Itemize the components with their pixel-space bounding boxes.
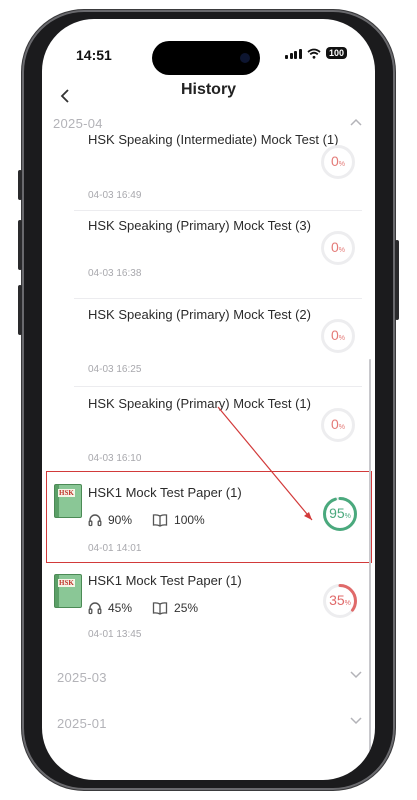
- list-item[interactable]: HSK Speaking (Primary) Mock Test (3) 04-…: [74, 211, 360, 299]
- phone-side-button: [18, 220, 22, 270]
- score-value: 0: [330, 239, 339, 255]
- phone-side-button: [395, 240, 399, 320]
- item-time: 04-01 13:45: [88, 629, 142, 640]
- score-ring: 35%: [322, 583, 358, 619]
- item-stats: 45% 25%: [88, 601, 218, 615]
- score-ring: 0%: [320, 230, 356, 266]
- scrollbar[interactable]: [368, 359, 371, 759]
- headphones-icon: [88, 602, 102, 615]
- phone-side-button: [18, 285, 22, 335]
- score-value: 0: [330, 416, 339, 432]
- camera-icon: [240, 53, 250, 63]
- item-time: 04-03 16:49: [88, 190, 142, 201]
- item-title: HSK Speaking (Primary) Mock Test (1): [88, 396, 311, 411]
- score-ring: 0%: [320, 407, 356, 443]
- score-value: 0: [330, 153, 339, 169]
- status-icons: 100: [285, 47, 347, 59]
- item-title: HSK1 Mock Test Paper (1): [88, 573, 242, 588]
- page-title: History: [180, 81, 237, 98]
- signal-icon: [285, 48, 302, 59]
- listening-score: 45%: [108, 601, 133, 615]
- list-item[interactable]: HSK1 Mock Test Paper (1) 45% 25% 04-01 1…: [74, 563, 360, 645]
- wifi-icon: [307, 48, 321, 59]
- chevron-up-icon[interactable]: [349, 117, 363, 127]
- month-header-2025-01[interactable]: 2025-01: [57, 716, 107, 731]
- item-title: HSK Speaking (Primary) Mock Test (3): [88, 218, 311, 233]
- highlight-box: [46, 471, 372, 563]
- list-item[interactable]: HSK Speaking (Intermediate) Mock Test (1…: [74, 129, 360, 211]
- item-title: HSK Speaking (Intermediate) Mock Test (1…: [88, 132, 339, 147]
- item-time: 04-03 16:38: [88, 268, 142, 279]
- reading-score: 25%: [174, 601, 199, 615]
- list-item[interactable]: HSK Speaking (Primary) Mock Test (2) 04-…: [74, 299, 360, 387]
- app-header: History: [42, 77, 375, 115]
- score-ring: 0%: [320, 144, 356, 180]
- list-item[interactable]: HSK Speaking (Primary) Mock Test (1) 04-…: [74, 387, 360, 473]
- status-time: 14:51: [76, 47, 112, 63]
- score-value: 35: [329, 592, 345, 608]
- chevron-down-icon[interactable]: [349, 670, 363, 680]
- score-value: 0: [330, 327, 339, 343]
- book-open-icon: [152, 602, 168, 615]
- dynamic-island: [152, 41, 260, 75]
- item-title: HSK Speaking (Primary) Mock Test (2): [88, 307, 311, 322]
- item-time: 04-03 16:25: [88, 364, 142, 375]
- phone-side-button: [18, 170, 22, 200]
- app-screen: 14:51 100 History 2025-04 HSK Speaking (…: [42, 19, 375, 780]
- battery-icon: 100: [325, 47, 347, 59]
- month-header-2025-03[interactable]: 2025-03: [57, 670, 107, 685]
- score-ring: 0%: [320, 318, 356, 354]
- item-time: 04-03 16:10: [88, 453, 142, 464]
- chevron-down-icon[interactable]: [349, 716, 363, 726]
